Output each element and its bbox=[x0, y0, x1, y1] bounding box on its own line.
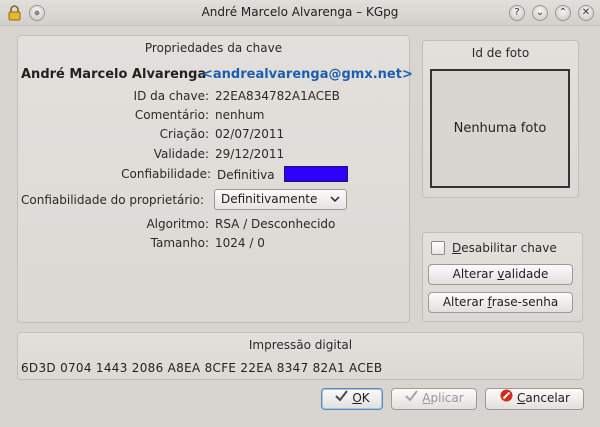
change-passphrase-button[interactable]: Alterar frase-senha bbox=[428, 292, 573, 313]
comment-label: Comentário: bbox=[134, 108, 209, 122]
change-passphrase-prefix: Alterar bbox=[442, 295, 488, 309]
disable-key-text: esabilitar chave bbox=[461, 241, 557, 255]
fingerprint-value[interactable]: 6D3D 0704 1443 2086 A8EA 8CFE 22EA 8347 … bbox=[21, 361, 382, 375]
algorithm-value: RSA / Desconhecido bbox=[215, 217, 336, 231]
photo-id-title: Id de foto bbox=[471, 46, 530, 60]
close-icon[interactable]: ✕ bbox=[578, 5, 594, 21]
check-icon bbox=[334, 389, 348, 408]
change-passphrase-rest: rase-senha bbox=[491, 295, 559, 309]
key-id-label: ID da chave: bbox=[133, 89, 209, 103]
comment-value: nenhum bbox=[215, 108, 265, 122]
cancel-button[interactable]: Cancelar bbox=[485, 388, 584, 410]
apply-mnemonic: A bbox=[422, 391, 431, 405]
change-expiration-prefix: Alterar bbox=[452, 267, 498, 281]
disable-key-label[interactable]: Desabilitar chave bbox=[452, 241, 557, 255]
key-id-value: 22EA834782A1ACEB bbox=[215, 89, 340, 103]
ok-rest: K bbox=[361, 391, 370, 405]
creation-label: Criação: bbox=[159, 127, 209, 141]
owner-email[interactable]: <andrealvarenga@gmx.net> bbox=[202, 67, 413, 82]
cancel-icon bbox=[499, 389, 513, 408]
expiration-label: Validade: bbox=[153, 147, 209, 161]
apply-button[interactable]: Aplicar bbox=[391, 388, 477, 410]
check-icon bbox=[404, 389, 418, 408]
trust-color-swatch bbox=[284, 166, 348, 182]
chevron-down-icon bbox=[330, 192, 340, 209]
no-photo-text: Nenhuma foto bbox=[453, 121, 547, 136]
owner-trust-select[interactable]: Definitivamente bbox=[214, 189, 347, 210]
size-label: Tamanho: bbox=[150, 236, 209, 250]
apply-rest: plicar bbox=[430, 391, 464, 405]
title-bar: André Marcelo Alvarenga – KGpg ? ⌄ ⌃ ✕ bbox=[0, 0, 600, 26]
disable-key-mnemonic: D bbox=[452, 241, 462, 255]
expiration-value: 29/12/2011 bbox=[215, 147, 285, 161]
trust-label: Confiabilidade: bbox=[121, 167, 211, 181]
owner-name: André Marcelo Alvarenga bbox=[21, 67, 207, 82]
ok-button[interactable]: OK bbox=[321, 388, 383, 410]
change-expiration-button[interactable]: Alterar validade bbox=[428, 264, 573, 285]
help-icon[interactable]: ? bbox=[509, 5, 525, 21]
creation-value: 02/07/2011 bbox=[215, 127, 285, 141]
photo-placeholder[interactable]: Nenhuma foto bbox=[430, 69, 570, 188]
size-value: 1024 / 0 bbox=[215, 236, 265, 250]
cancel-rest: ancelar bbox=[525, 391, 570, 405]
fingerprint-title: Impressão digital bbox=[248, 338, 353, 352]
trust-value: Definitiva bbox=[217, 168, 275, 182]
ok-mnemonic: O bbox=[352, 391, 362, 405]
owner-trust-selected: Definitivamente bbox=[221, 192, 318, 206]
disable-key-checkbox[interactable] bbox=[431, 241, 445, 255]
algorithm-label: Algoritmo: bbox=[146, 217, 209, 231]
change-expiration-rest: alidade bbox=[504, 267, 549, 281]
kgpg-key-properties-window: André Marcelo Alvarenga – KGpg ? ⌄ ⌃ ✕ P… bbox=[0, 0, 600, 427]
owner-trust-label: Confiabilidade do proprietário: bbox=[21, 193, 205, 207]
minimize-icon[interactable]: ⌄ bbox=[532, 5, 548, 21]
key-properties-title: Propriedades da chave bbox=[144, 41, 283, 55]
maximize-icon[interactable]: ⌃ bbox=[555, 5, 571, 21]
